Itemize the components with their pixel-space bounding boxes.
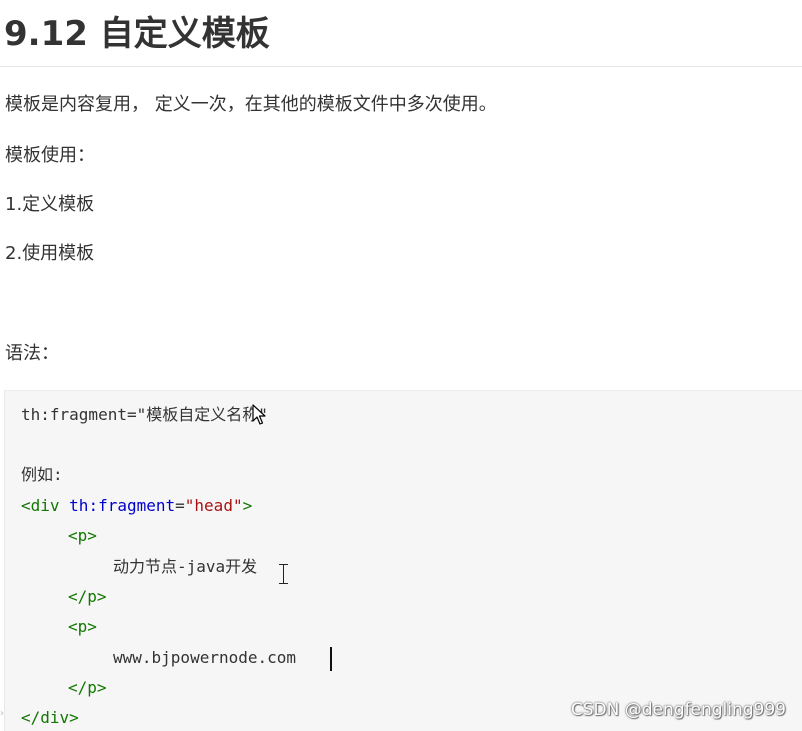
- step-define-template: 1.定义模板: [5, 194, 95, 215]
- code-text-2: www.bjpowernode.com: [113, 648, 297, 667]
- code-p-open-2: <p>: [68, 617, 97, 636]
- csdn-watermark: CSDN @dengfengling999: [570, 700, 786, 720]
- code-div-open-line: <div th:fragment="head">: [21, 495, 252, 517]
- text-caret: [330, 647, 332, 671]
- heading-divider: [0, 66, 802, 67]
- code-block[interactable]: th:fragment="模板自定义名称" 例如: <div th:fragme…: [4, 390, 802, 731]
- div-open-bracket: >: [242, 496, 253, 515]
- intro-paragraph: 模板是内容复用， 定义一次，在其他的模板文件中多次使用。: [5, 94, 497, 115]
- code-p-close-2: </p>: [68, 678, 107, 697]
- section-heading: 9.12 自定义模板: [4, 14, 270, 54]
- code-syntax-line: th:fragment="模板自定义名称": [21, 405, 268, 424]
- code-example-label: 例如:: [21, 465, 63, 484]
- ibeam-cursor-icon: [279, 564, 288, 584]
- fragment-attribute: th:fragment: [69, 496, 176, 515]
- code-p-close-1: </p>: [68, 587, 107, 606]
- code-p-open-1: <p>: [68, 526, 97, 545]
- document-page: 9.12 自定义模板 模板是内容复用， 定义一次，在其他的模板文件中多次使用。 …: [0, 0, 802, 731]
- mouse-pointer-icon: [252, 404, 266, 425]
- usage-label: 模板使用：: [5, 145, 95, 166]
- syntax-label: 语法：: [5, 343, 59, 364]
- chevron-right-icon[interactable]: ›: [0, 708, 4, 719]
- fragment-value: "head": [184, 496, 243, 515]
- code-div-close: </div>: [21, 708, 79, 727]
- code-text-1: 动力节点-java开发: [113, 557, 258, 576]
- step-use-template: 2.使用模板: [5, 243, 95, 264]
- equals-sign: =: [175, 496, 185, 515]
- div-open-tag: <div: [21, 496, 60, 515]
